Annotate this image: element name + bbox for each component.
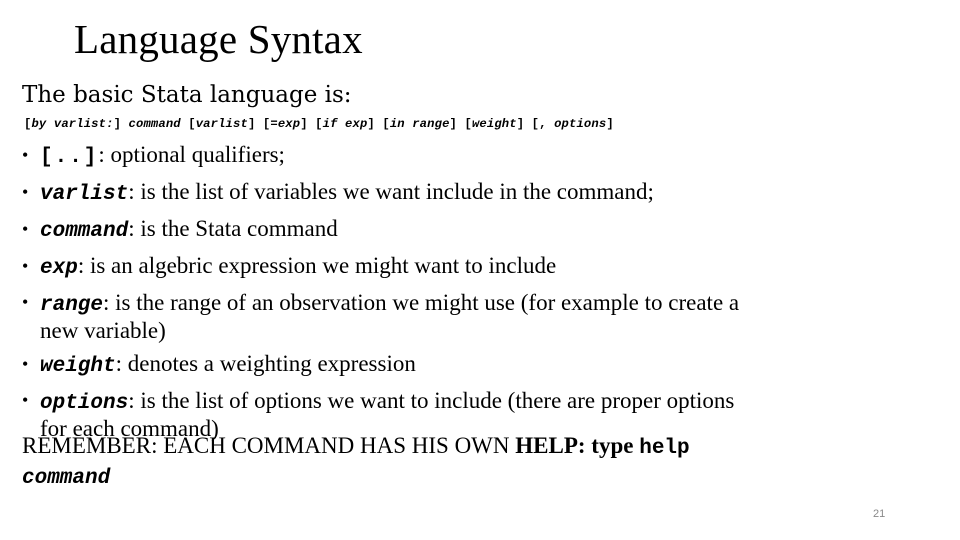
bullet-icon: •	[22, 145, 29, 165]
syntax-bracket: ] [=	[247, 117, 278, 131]
bullet-description: : is the range of an observation we migh…	[40, 290, 740, 343]
syntax-keyword: weight	[471, 117, 517, 131]
intro-text: The basic Stata language is:	[22, 82, 352, 108]
remember-command-placeholder: command	[22, 467, 111, 490]
remember-note: REMEMBER: EACH COMMAND HAS HIS OWN HELP:…	[22, 432, 690, 492]
bullet-term: exp	[40, 257, 78, 280]
bullet-term: command	[40, 220, 129, 243]
bullet-item-range: • range: is the range of an observation w…	[22, 286, 780, 347]
bullet-list: • [..]: optional qualifiers; • varlist: is…	[22, 138, 902, 445]
bullet-description: : is an algebric expression we might wan…	[77, 253, 557, 278]
syntax-keyword: in range	[389, 117, 450, 131]
bullet-item-qualifiers: • [..]: optional qualifiers;	[22, 138, 902, 175]
bullet-icon: •	[22, 390, 29, 410]
remember-help-label: HELP: type	[515, 433, 640, 458]
bullet-icon: •	[22, 292, 29, 312]
bullet-item-varlist: • varlist: is the list of variables we wa…	[22, 175, 902, 212]
bullet-item-exp: • exp: is an algebric expression we might…	[22, 249, 902, 286]
bullet-term: options	[40, 392, 129, 415]
bullet-icon: •	[22, 256, 29, 276]
bullet-term: weight	[40, 355, 116, 378]
syntax-keyword: command	[128, 117, 181, 131]
bullet-term: [..]	[40, 146, 99, 169]
bullet-description: : optional qualifiers;	[98, 142, 285, 167]
bullet-icon: •	[22, 354, 29, 374]
syntax-keyword: varlist	[195, 117, 248, 131]
bullet-description: : denotes a weighting expression	[115, 351, 416, 376]
bullet-term: range	[40, 294, 104, 317]
syntax-line: [by varlist:] command [varlist] [=exp] […	[24, 116, 614, 132]
slide-title: Language Syntax	[74, 16, 363, 62]
syntax-bracket: ]	[113, 117, 129, 131]
bullet-icon: •	[22, 182, 29, 202]
bullet-icon: •	[22, 219, 29, 239]
bullet-term: varlist	[40, 183, 129, 206]
syntax-keyword: options	[554, 117, 607, 131]
syntax-bracket: ] [	[367, 117, 390, 131]
remember-help-command: help	[639, 437, 690, 460]
syntax-bracket: [	[180, 117, 196, 131]
bullet-description: : is the list of variables we want inclu…	[128, 179, 654, 204]
bullet-description: : is the Stata command	[128, 216, 338, 241]
syntax-keyword: by varlist:	[31, 117, 114, 131]
syntax-keyword: if exp	[322, 117, 368, 131]
remember-lead: REMEMBER: EACH COMMAND HAS HIS OWN	[22, 433, 516, 458]
syntax-bracket: ] [	[300, 117, 323, 131]
syntax-bracket: ]	[606, 117, 614, 131]
syntax-bracket: ] [,	[516, 117, 555, 131]
bullet-item-command: • command: is the Stata command	[22, 212, 902, 249]
syntax-keyword: exp	[277, 117, 301, 131]
bullet-item-weight: • weight: denotes a weighting expression	[22, 347, 902, 384]
page-number: 21	[873, 508, 886, 520]
syntax-bracket: ] [	[449, 117, 472, 131]
